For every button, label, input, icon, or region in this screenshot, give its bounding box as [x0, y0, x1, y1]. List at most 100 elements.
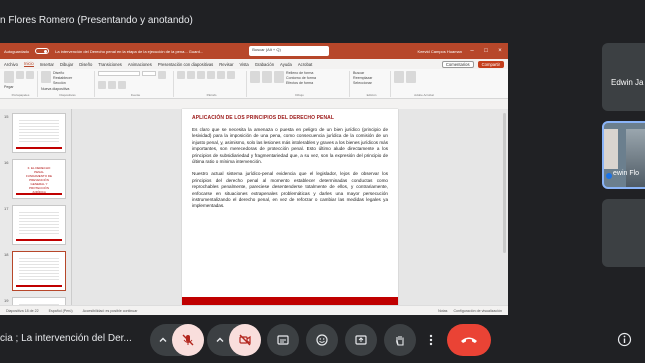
end-call-icon: [460, 335, 478, 345]
menu-grabacion[interactable]: Grabación: [255, 62, 274, 67]
close-icon[interactable]: ×: [496, 48, 504, 54]
justify-icon[interactable]: [227, 71, 235, 79]
camera-toggle-button[interactable]: [229, 324, 261, 356]
ppt-status-bar: Diapositiva 18 de 22 Español (Perú) Acce…: [0, 305, 508, 315]
arrange-icon[interactable]: [262, 71, 272, 83]
ppt-search-box[interactable]: Buscar (Alt + Q): [249, 46, 330, 56]
slide-thumbnail[interactable]: 17: [4, 205, 66, 245]
menu-archivo[interactable]: Archivo: [4, 62, 18, 67]
accessibility-status[interactable]: Accesibilidad: es posible continuar: [83, 309, 138, 313]
mic-off-icon: [181, 333, 195, 347]
find-button[interactable]: Buscar: [353, 71, 372, 75]
pdf-share-icon[interactable]: [406, 71, 416, 83]
italic-icon[interactable]: [98, 81, 106, 89]
menu-ayuda[interactable]: Ayuda: [280, 62, 292, 67]
ribbon-drawing: Relleno de forma Contorno de forma Efect…: [250, 71, 350, 97]
autosave-label: Autoguardado: [4, 48, 30, 54]
shapes-icon[interactable]: [250, 71, 260, 83]
more-icon: [429, 333, 433, 347]
menu-animaciones[interactable]: Animaciones: [128, 62, 152, 67]
align-left-icon[interactable]: [207, 71, 215, 79]
reactions-button[interactable]: [306, 324, 338, 356]
section-button[interactable]: Sección: [53, 81, 72, 85]
raise-hand-icon: [393, 333, 407, 347]
pdf-icon[interactable]: [394, 71, 404, 83]
select-button[interactable]: Seleccionar: [353, 81, 372, 85]
meeting-title: cia ; La intervención del Der...: [0, 333, 132, 344]
captions-button[interactable]: [267, 324, 299, 356]
maximize-icon[interactable]: □: [482, 48, 490, 54]
participant-video: [626, 129, 645, 187]
font-color-icon[interactable]: [118, 81, 126, 89]
info-icon[interactable]: [617, 332, 632, 347]
quick-styles-icon[interactable]: [274, 71, 284, 83]
menu-presentacion[interactable]: Presentación con diapositivas: [158, 62, 213, 67]
slide-canvas: Aplicación de los principios del derecho…: [72, 109, 508, 309]
numbering-icon[interactable]: [187, 71, 195, 79]
menu-transiciones[interactable]: Transiciones: [98, 62, 122, 67]
display-settings-button[interactable]: Configuración de visualización: [453, 309, 502, 313]
menu-revisar[interactable]: Revisar: [219, 62, 233, 67]
participant-tile[interactable]: [602, 199, 645, 267]
menu-diseno[interactable]: Diseño: [79, 62, 92, 67]
participant-name: ewin Flo: [613, 170, 640, 177]
cut-icon[interactable]: [16, 71, 24, 79]
thumb-number: 15: [4, 114, 9, 119]
raise-hand-button[interactable]: [384, 324, 416, 356]
menu-vista[interactable]: Vista: [239, 62, 248, 67]
shape-effects-button[interactable]: Efectos de forma: [286, 81, 316, 85]
present-button[interactable]: [345, 324, 377, 356]
meet-control-bar: cia ; La intervención del Der...: [0, 315, 645, 363]
ppt-titlebar: Autoguardado La intervención del Derecho…: [0, 43, 508, 59]
minimize-icon[interactable]: –: [468, 48, 476, 54]
menu-acrobat[interactable]: Acrobat: [298, 62, 312, 67]
chevron-up-icon[interactable]: [158, 335, 168, 345]
camera-off-icon: [238, 333, 252, 347]
autosave-toggle[interactable]: [35, 48, 50, 54]
more-options-button[interactable]: [423, 324, 439, 356]
participant-tile-active[interactable]: ewin Flo: [602, 121, 645, 189]
bold-icon[interactable]: [158, 71, 166, 79]
menu-insertar[interactable]: Insertar: [40, 62, 54, 67]
new-slide-icon[interactable]: [41, 71, 51, 83]
menu-inicio[interactable]: Inicio: [23, 61, 34, 67]
paste-label: Pegar: [4, 85, 14, 89]
slide-thumbnail[interactable]: 16 II. EL DERECHO PENAL FUNDAMENTO DE PR…: [4, 159, 66, 199]
slide-title: Aplicación de los principios del derecho…: [192, 115, 335, 121]
indent-icon[interactable]: [197, 71, 205, 79]
font-size-select[interactable]: [142, 71, 156, 76]
ppt-ribbon: Pegar Portapapeles Diseño Restablecer Se…: [0, 69, 508, 99]
bullets-icon[interactable]: [177, 71, 185, 79]
chevron-up-icon[interactable]: [215, 335, 225, 345]
reset-button[interactable]: Restablecer: [53, 76, 72, 80]
comments-button[interactable]: Comentarios: [441, 60, 474, 68]
replace-button[interactable]: Reemplazar: [353, 76, 372, 80]
paste-icon[interactable]: [4, 71, 14, 83]
copy-icon[interactable]: [26, 71, 34, 79]
menu-dibujar[interactable]: Dibujar: [60, 62, 73, 67]
slide-thumbnail[interactable]: 15: [4, 113, 66, 153]
vertical-scrollbar[interactable]: [503, 113, 506, 253]
participant-tile[interactable]: Edwin Ja: [602, 43, 645, 111]
mic-toggle-button[interactable]: [172, 324, 204, 356]
group-label-acrobat: Adobe Acrobat: [414, 93, 434, 97]
slide-thumbnail-selected[interactable]: 18: [4, 251, 66, 291]
shape-fill-button[interactable]: Relleno de forma: [286, 71, 316, 75]
ribbon-slides: Diseño Restablecer Sección Nueva diaposi…: [41, 71, 95, 97]
current-slide[interactable]: Aplicación de los principios del derecho…: [182, 109, 398, 309]
notes-button[interactable]: Notas: [438, 309, 447, 313]
layout-button[interactable]: Diseño: [53, 71, 72, 75]
thumb-number: 16: [4, 160, 9, 165]
file-title: La intervención del Derecho penal en la …: [55, 48, 204, 54]
shape-outline-button[interactable]: Contorno de forma: [286, 76, 316, 80]
font-name-select[interactable]: [98, 71, 140, 76]
video-background: [604, 129, 618, 169]
underline-icon[interactable]: [108, 81, 116, 89]
end-call-button[interactable]: [447, 324, 491, 356]
user-name: Keevid Campos Huaman: [417, 48, 462, 54]
ribbon-paragraph: Párrafo: [177, 71, 247, 97]
slide-thumbnail[interactable]: 19: [4, 297, 66, 305]
group-label-paragraph: Párrafo: [206, 93, 217, 97]
share-button[interactable]: Compartir: [477, 60, 504, 68]
align-center-icon[interactable]: [217, 71, 225, 79]
